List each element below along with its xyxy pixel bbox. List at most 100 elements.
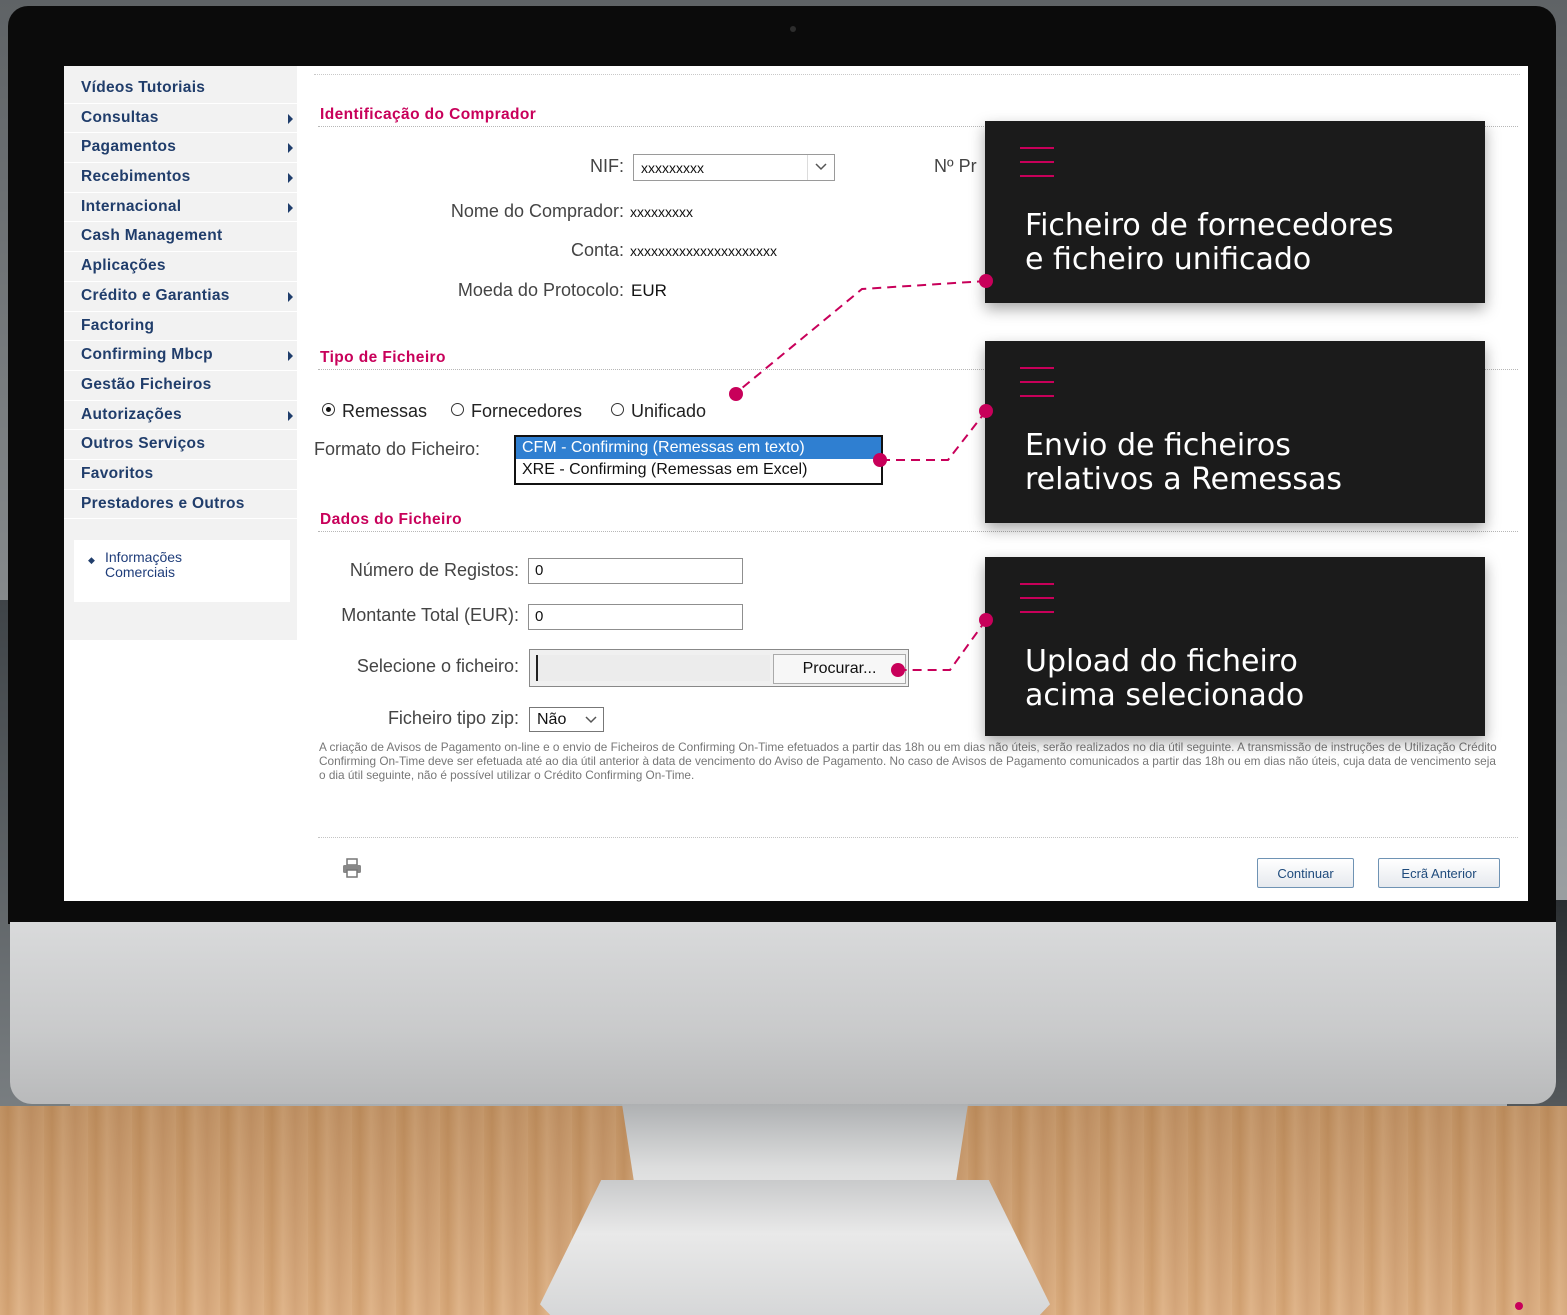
radio-unificado[interactable]	[611, 403, 624, 416]
buyer-name-value: xxxxxxxxx	[630, 204, 693, 220]
account-value: xxxxxxxxxxxxxxxxxxxxx	[630, 243, 777, 259]
chevron-down-icon	[585, 716, 597, 724]
sidebar-item-videos[interactable]: Vídeos Tutoriais	[64, 74, 297, 104]
callout-text: Ficheiro de fornecedores e ficheiro unif…	[1025, 209, 1394, 277]
sidebar-item-outros-servicos[interactable]: Outros Serviços	[64, 430, 297, 460]
records-input[interactable]: 0	[528, 558, 743, 584]
callout-text: Upload do ficheiro acima selecionado	[1025, 645, 1304, 713]
sidebar-item-internacional[interactable]: Internacional	[64, 193, 297, 223]
section-rule	[318, 531, 1518, 532]
sidebar-item-autorizacoes[interactable]: Autorizações	[64, 401, 297, 431]
file-picker: Procurar...	[529, 649, 909, 687]
currency-label: Moeda do Protocolo:	[457, 280, 624, 300]
sidebar-item-recebimentos[interactable]: Recebimentos	[64, 163, 297, 193]
sidebar-item-cash-management[interactable]: Cash Management	[64, 222, 297, 253]
sidebar-item-label: Aplicações	[81, 257, 166, 275]
sidebar-item-label: Vídeos Tutoriais	[81, 79, 206, 96]
sidebar-item-label: Recebimentos	[81, 168, 191, 186]
zip-label: Ficheiro tipo zip:	[387, 708, 519, 728]
zip-select[interactable]: Não	[529, 707, 604, 732]
sidebar-item-label: Consultas	[81, 108, 159, 126]
sidebar-item-pagamentos[interactable]: Pagamentos	[64, 133, 297, 164]
sidebar: Vídeos Tutoriais Consultas Pagamentos Re…	[64, 66, 297, 640]
sidebar-item-label: Prestadores e Outros	[81, 494, 245, 512]
sidebar-item-label: Internacional	[81, 197, 182, 215]
section-title-buyer: Identificação do Comprador	[320, 106, 537, 123]
submenu-arrow-icon	[288, 113, 293, 124]
radio-label-fornecedores: Fornecedores	[471, 401, 583, 421]
sidebar-item-aplicacoes[interactable]: Aplicações	[64, 252, 297, 282]
records-label: Número de Registos:	[349, 560, 519, 580]
format-label: Formato do Ficheiro:	[314, 439, 481, 459]
nif-label: NIF:	[590, 156, 624, 176]
format-option-cfm[interactable]: CFM - Confirming (Remessas em texto)	[516, 437, 881, 459]
radio-remessas[interactable]	[322, 403, 335, 416]
zip-value: Não	[537, 711, 567, 728]
sidebar-item-factoring[interactable]: Factoring	[64, 312, 297, 342]
submenu-arrow-icon	[288, 351, 293, 362]
diamond-bullet-icon: ◆	[88, 555, 95, 565]
callout-line: Upload do ficheiro	[1025, 644, 1298, 679]
sidebar-item-label: Factoring	[81, 316, 155, 334]
amount-input[interactable]: 0	[528, 604, 743, 630]
section-title-file-type: Tipo de Ficheiro	[320, 349, 446, 366]
submenu-arrow-icon	[288, 173, 293, 184]
nif-value: xxxxxxxxx	[641, 160, 704, 176]
callout-text: Envio de ficheiros relativos a Remessas	[1025, 429, 1342, 497]
monitor-stand-base	[540, 1180, 1050, 1315]
callout-remessas: Envio de ficheiros relativos a Remessas	[985, 341, 1485, 523]
radio-label-unificado: Unificado	[631, 401, 707, 421]
sidebar-item-label: Favoritos	[81, 464, 154, 482]
section-title-file-data: Dados do Ficheiro	[320, 511, 463, 528]
print-icon[interactable]	[341, 857, 363, 879]
info-box: ◆ Informações Comerciais	[74, 540, 290, 602]
sidebar-item-label: Autorizações	[81, 405, 182, 423]
submenu-arrow-icon	[288, 410, 293, 421]
format-option-xre[interactable]: XRE - Confirming (Remessas em Excel)	[516, 459, 881, 481]
sidebar-item-prestadores[interactable]: Prestadores e Outros	[64, 490, 297, 520]
sidebar-item-label: Outros Serviços	[81, 435, 206, 453]
callout-line: e ficheiro unificado	[1025, 242, 1312, 277]
bottom-divider	[318, 837, 1518, 838]
buyer-name-label: Nome do Comprador:	[450, 201, 624, 221]
notice-text: A criação de Avisos de Pagamento on-line…	[319, 740, 1497, 782]
account-label: Conta:	[570, 240, 624, 260]
format-listbox[interactable]: CFM - Confirming (Remessas em texto) XRE…	[514, 435, 883, 485]
file-path-field[interactable]	[536, 655, 770, 681]
currency-value: EUR	[631, 281, 667, 300]
sidebar-item-credito[interactable]: Crédito e Garantias	[64, 282, 297, 312]
sidebar-item-consultas[interactable]: Consultas	[64, 104, 297, 134]
browse-button[interactable]: Procurar...	[773, 654, 906, 684]
sidebar-item-favoritos[interactable]: Favoritos	[64, 460, 297, 490]
file-label: Selecione o ficheiro:	[356, 656, 519, 676]
sidebar-item-label: Confirming Mbcp	[81, 346, 213, 364]
radio-fornecedores[interactable]	[451, 403, 464, 416]
sidebar-item-label: Gestão Ficheiros	[81, 375, 212, 393]
callout-line: relativos a Remessas	[1025, 462, 1343, 497]
callout-line: acima selecionado	[1025, 678, 1305, 713]
submenu-arrow-icon	[288, 143, 293, 154]
callout-suppliers: Ficheiro de fornecedores e ficheiro unif…	[985, 121, 1485, 303]
nif-select[interactable]: xxxxxxxxx	[633, 154, 835, 181]
submenu-arrow-icon	[288, 291, 293, 302]
callout-line: Ficheiro de fornecedores	[1025, 208, 1394, 243]
sidebar-item-confirming[interactable]: Confirming Mbcp	[64, 341, 297, 371]
menu-bars-icon	[1020, 147, 1054, 179]
callout-line: Envio de ficheiros	[1025, 428, 1291, 463]
info-link[interactable]: Informações Comerciais	[105, 550, 205, 580]
sidebar-item-label: Crédito e Garantias	[81, 286, 230, 304]
back-button[interactable]: Ecrã Anterior	[1378, 858, 1500, 888]
protocol-label: Nº Pr	[934, 156, 977, 176]
menu-bars-icon	[1020, 583, 1054, 615]
sidebar-item-gestao-ficheiros[interactable]: Gestão Ficheiros	[64, 371, 297, 401]
camera	[790, 26, 796, 32]
decorative-dot	[1515, 1302, 1523, 1310]
continue-button[interactable]: Continuar	[1257, 858, 1354, 888]
top-divider	[314, 74, 1520, 75]
sidebar-item-label: Pagamentos	[81, 138, 177, 156]
amount-label: Montante Total (EUR):	[341, 605, 519, 625]
callout-upload: Upload do ficheiro acima selecionado	[985, 557, 1485, 736]
radio-label-remessas: Remessas	[342, 401, 428, 421]
menu-bars-icon	[1020, 367, 1054, 399]
submenu-arrow-icon	[288, 202, 293, 213]
